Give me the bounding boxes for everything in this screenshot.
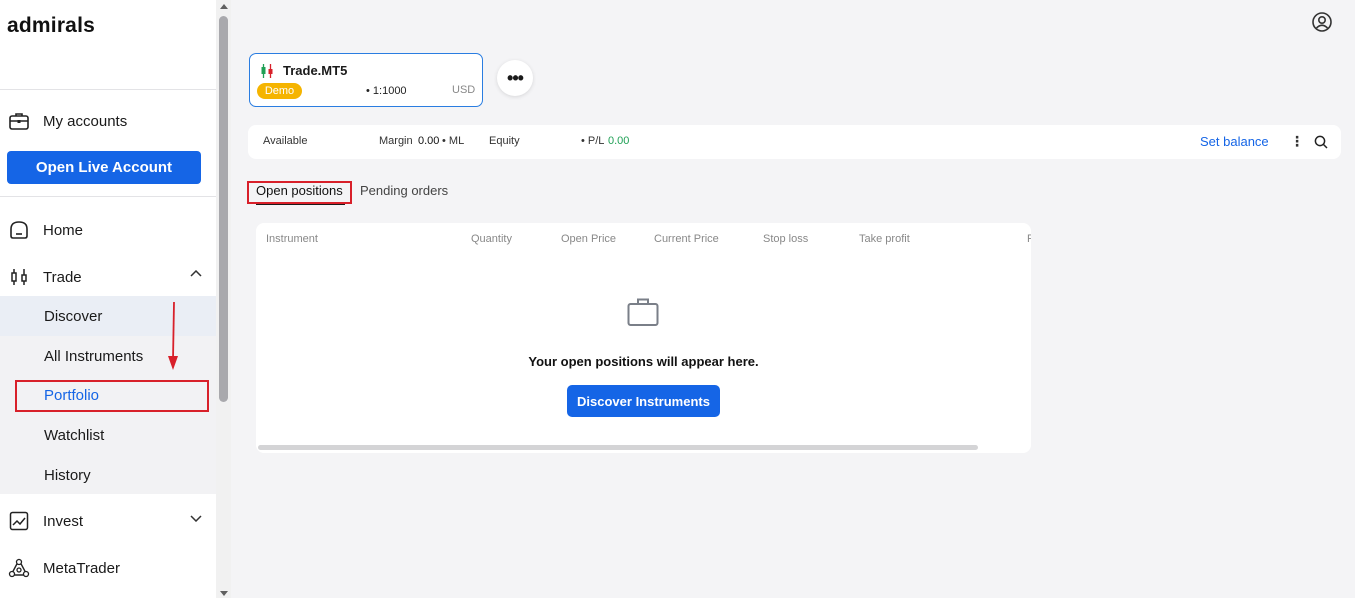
nav-my-accounts-label: My accounts — [43, 112, 128, 130]
briefcase-icon — [627, 298, 659, 326]
ml-label: • ML — [442, 135, 465, 147]
tab-pending-orders[interactable]: Pending orders — [360, 183, 448, 198]
nav-home-label: Home — [43, 221, 84, 239]
empty-state-message: Your open positions will appear here. — [528, 354, 759, 369]
account-stats-bar: Available Margin 0.00 • ML Equity • P/L … — [248, 125, 1341, 159]
pl-value: 0.00 — [608, 135, 630, 147]
column-header: Take profit — [859, 233, 910, 245]
margin-label: Margin — [379, 135, 413, 147]
user-profile-icon[interactable] — [1311, 11, 1333, 33]
margin-value: 0.00 — [418, 135, 440, 147]
nav-trade[interactable]: Trade — [0, 257, 216, 297]
metatrader-icon — [8, 557, 30, 579]
nav-trade-label: Trade — [43, 268, 82, 286]
nav-history[interactable]: History — [0, 455, 216, 495]
account-currency: USD — [452, 84, 476, 96]
nav-invest-label: Invest — [43, 512, 84, 530]
horizontal-scrollbar[interactable] — [258, 445, 978, 450]
account-leverage: • 1:1000 — [366, 85, 407, 97]
pl-label: • P/L — [581, 135, 605, 147]
positions-panel: Instrument Quantity Open Price Current P… — [256, 223, 1031, 453]
discover-instruments-button[interactable]: Discover Instruments — [567, 385, 720, 417]
kebab-menu-icon[interactable]: ⋮ — [1290, 133, 1304, 150]
admirals-logo[interactable]: admirals — [7, 14, 95, 38]
column-header: P — [1027, 233, 1031, 245]
candlestick-icon — [8, 266, 30, 288]
account-name: Trade.MT5 — [283, 63, 348, 78]
candlestick-icon — [261, 64, 273, 78]
scroll-up-arrow[interactable] — [220, 4, 228, 9]
open-live-account-button[interactable]: Open Live Account — [7, 151, 201, 184]
available-label: Available — [263, 135, 308, 147]
nav-discover[interactable]: Discover — [0, 296, 216, 336]
divider — [0, 89, 216, 90]
column-header: Open Price — [561, 233, 617, 245]
red-arrow-annotation — [168, 301, 178, 370]
column-header: Stop loss — [763, 233, 809, 245]
more-options-button[interactable]: ••• — [497, 60, 533, 96]
open-positions-highlight-box — [247, 181, 352, 204]
account-card[interactable]: Trade.MT5 Demo • 1:1000 USD — [249, 53, 483, 107]
chevron-down-icon — [190, 515, 202, 522]
column-header: Instrument — [266, 233, 318, 245]
search-icon[interactable] — [1314, 135, 1328, 149]
scrollbar-thumb[interactable] — [219, 16, 228, 402]
nav-home[interactable]: Home — [0, 210, 216, 250]
set-balance-link[interactable]: Set balance — [1200, 134, 1269, 149]
nav-invest[interactable]: Invest — [0, 501, 216, 541]
home-icon — [8, 219, 30, 241]
nav-metatrader[interactable]: MetaTrader — [0, 548, 216, 588]
demo-badge: Demo — [257, 83, 302, 99]
equity-label: Equity — [489, 135, 520, 147]
chevron-up-icon — [190, 270, 202, 277]
portfolio-highlight-box — [15, 380, 209, 412]
scroll-down-arrow[interactable] — [220, 591, 228, 596]
chart-icon — [8, 510, 30, 532]
nav-metatrader-label: MetaTrader — [43, 559, 120, 577]
column-header: Quantity — [471, 233, 512, 245]
nav-all-instruments[interactable]: All Instruments — [0, 336, 216, 376]
briefcase-icon — [8, 110, 30, 132]
sidebar: admirals My accounts Open Live Account H… — [0, 0, 216, 598]
sidebar-scrollbar[interactable] — [216, 0, 231, 598]
nav-watchlist[interactable]: Watchlist — [0, 415, 216, 455]
divider — [0, 196, 216, 197]
column-header: Current Price — [654, 233, 719, 245]
nav-my-accounts[interactable]: My accounts — [0, 101, 216, 141]
